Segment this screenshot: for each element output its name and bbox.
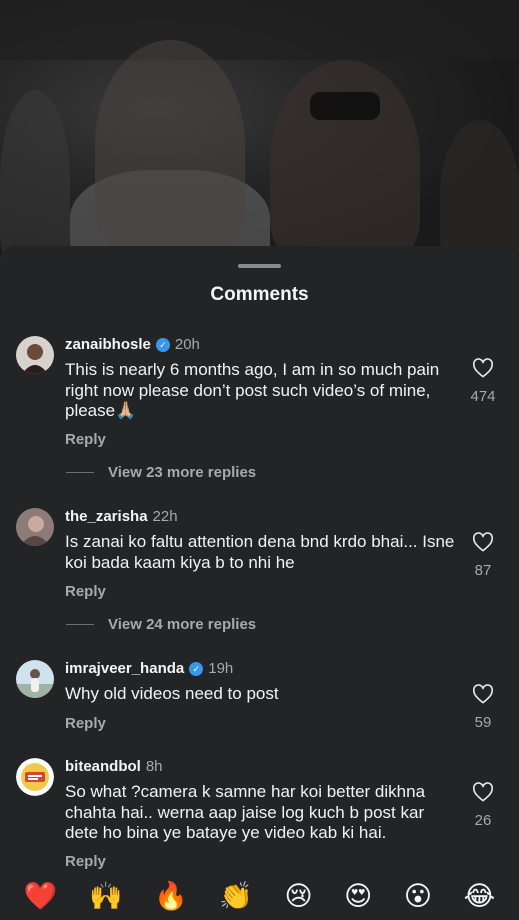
username[interactable]: imrajveer_handa xyxy=(65,660,184,677)
like-count: 87 xyxy=(474,562,492,579)
like-button[interactable]: 87 xyxy=(466,532,500,579)
view-more-replies[interactable]: View 24 more replies xyxy=(66,616,256,633)
emoji-fire[interactable]: 🔥 xyxy=(154,882,188,910)
verified-badge-icon: ✓ xyxy=(189,661,204,676)
reply-button[interactable]: Reply xyxy=(65,715,106,732)
like-button[interactable]: 474 xyxy=(466,358,500,405)
like-button[interactable]: 26 xyxy=(466,782,500,829)
username[interactable]: biteandbol xyxy=(65,758,141,775)
like-button[interactable]: 59 xyxy=(466,684,500,731)
like-count: 26 xyxy=(474,812,492,829)
emoji-clapping-hands[interactable]: 👏 xyxy=(219,882,253,910)
heart-outline-icon[interactable] xyxy=(472,782,494,802)
avatar[interactable] xyxy=(16,660,54,698)
emoji-red-heart[interactable]: ❤️ xyxy=(24,882,58,910)
reply-button[interactable]: Reply xyxy=(65,583,106,600)
comment-text: Why old videos need to post xyxy=(65,684,279,703)
comment-text: Is zanai ko faltu attention dena bnd krd… xyxy=(65,532,455,572)
background-person-left xyxy=(0,90,70,270)
view-more-replies-label[interactable]: View 24 more replies xyxy=(108,616,256,633)
sunglasses xyxy=(310,92,380,120)
sheet-title: Comments xyxy=(210,284,309,305)
view-more-replies[interactable]: View 23 more replies xyxy=(66,464,256,481)
emoji-surprised-face[interactable]: 😮 xyxy=(404,882,432,910)
comment-time: 20h xyxy=(174,336,200,353)
reply-button[interactable]: Reply xyxy=(65,431,106,448)
heart-outline-icon[interactable] xyxy=(472,532,494,552)
heart-outline-icon[interactable] xyxy=(472,358,494,378)
video-background xyxy=(0,0,519,270)
username[interactable]: zanaibhosle xyxy=(65,336,151,353)
avatar[interactable] xyxy=(16,508,54,546)
username[interactable]: the_zarisha xyxy=(65,508,148,525)
comment-header: the_zarisha 22h xyxy=(65,508,178,525)
avatar[interactable] xyxy=(16,336,54,374)
comment-time: 22h xyxy=(152,508,178,525)
comment-text: So what ?camera k samne har koi better d… xyxy=(65,782,426,842)
like-count: 474 xyxy=(470,388,496,405)
comment-text: This is nearly 6 months ago, I am in so … xyxy=(65,360,440,420)
person-right xyxy=(270,60,420,260)
emoji-crying-face[interactable]: 😢 xyxy=(284,882,312,910)
comment-time: 19h xyxy=(208,660,234,677)
verified-badge-icon: ✓ xyxy=(155,337,170,352)
reply-button[interactable]: Reply xyxy=(65,853,106,870)
sheet-drag-handle[interactable] xyxy=(238,264,281,268)
comment-header: biteandbol 8h xyxy=(65,758,163,775)
emoji-reaction-bar: ❤️ 🙌 🔥 👏 😢 😍 😮 😂 xyxy=(0,872,519,920)
emoji-heart-eyes[interactable]: 😍 xyxy=(344,882,372,910)
background-trees xyxy=(0,0,519,60)
comment-header: zanaibhosle ✓ 20h xyxy=(65,336,200,353)
comments-sheet: Comments zanaibhosle ✓ 20h This is nearl… xyxy=(0,246,519,920)
heart-outline-icon[interactable] xyxy=(472,684,494,704)
comment-header: imrajveer_handa ✓ 19h xyxy=(65,660,233,677)
avatar[interactable] xyxy=(16,758,54,796)
emoji-tears-of-joy[interactable]: 😂 xyxy=(464,882,496,910)
emoji-raising-hands[interactable]: 🙌 xyxy=(89,882,123,910)
person-left xyxy=(95,40,245,250)
replies-divider-line xyxy=(66,472,94,473)
replies-divider-line xyxy=(66,624,94,625)
like-count: 59 xyxy=(474,714,492,731)
comment-time: 8h xyxy=(145,758,163,775)
view-more-replies-label[interactable]: View 23 more replies xyxy=(108,464,256,481)
